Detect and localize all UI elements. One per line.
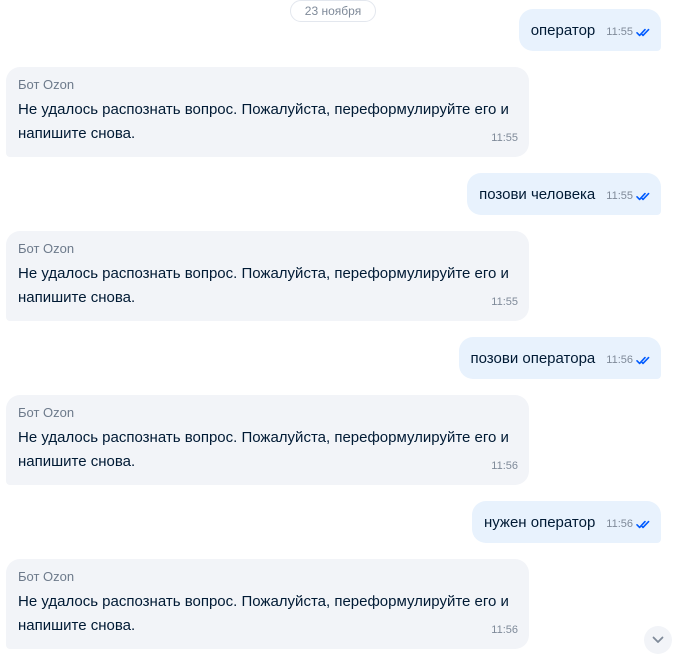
message-sender: Бот Ozon <box>18 569 75 584</box>
outgoing-message[interactable]: нужен оператор 11:56 <box>471 501 661 543</box>
message-sender: Бот Ozon <box>18 405 75 420</box>
message-time: 11:56 <box>491 460 518 472</box>
message-text: Не удалось распознать вопрос. Пожалуйста… <box>18 429 509 470</box>
message-time: 11:55 <box>491 296 518 308</box>
message-text: позови человека <box>479 185 596 203</box>
date-separator: 23 ноября <box>290 0 376 22</box>
outgoing-message[interactable]: позови оператора 11:56 <box>458 337 661 379</box>
message-time: 11:56 <box>606 518 633 530</box>
message-sender: Бот Ozon <box>18 241 75 256</box>
message-text: позови оператора <box>470 349 596 367</box>
message-time: 11:55 <box>606 190 633 202</box>
message-meta: 11:56 <box>606 518 650 530</box>
message-text: Не удалось распознать вопрос. Пожалуйста… <box>18 101 509 142</box>
message-text: нужен оператор <box>483 513 596 531</box>
chevron-down-icon <box>652 636 664 643</box>
outgoing-message[interactable]: оператор 11:55 <box>518 9 661 51</box>
double-check-icon <box>636 356 650 364</box>
message-text: Не удалось распознать вопрос. Пожалуйста… <box>18 265 509 306</box>
incoming-message[interactable]: Бот Ozon Не удалось распознать вопрос. П… <box>6 67 529 157</box>
message-time: 11:55 <box>491 132 518 144</box>
outgoing-message[interactable]: позови человека 11:55 <box>467 173 661 215</box>
message-time: 11:55 <box>606 26 633 38</box>
message-text: Не удалось распознать вопрос. Пожалуйста… <box>18 593 509 634</box>
double-check-icon <box>636 192 650 200</box>
incoming-message[interactable]: Бот Ozon Не удалось распознать вопрос. П… <box>6 231 529 321</box>
message-time: 11:56 <box>606 354 633 366</box>
incoming-message[interactable]: Бот Ozon Не удалось распознать вопрос. П… <box>6 559 529 649</box>
message-meta: 11:55 <box>606 190 650 202</box>
double-check-icon <box>636 520 650 528</box>
message-sender: Бот Ozon <box>18 77 75 92</box>
message-time: 11:56 <box>491 624 518 636</box>
message-meta: 11:56 <box>606 354 650 366</box>
incoming-message[interactable]: Бот Ozon Не удалось распознать вопрос. П… <box>6 395 529 485</box>
double-check-icon <box>636 28 650 36</box>
scroll-down-button[interactable] <box>644 626 672 654</box>
message-meta: 11:55 <box>606 26 650 38</box>
message-text: оператор <box>530 21 596 39</box>
